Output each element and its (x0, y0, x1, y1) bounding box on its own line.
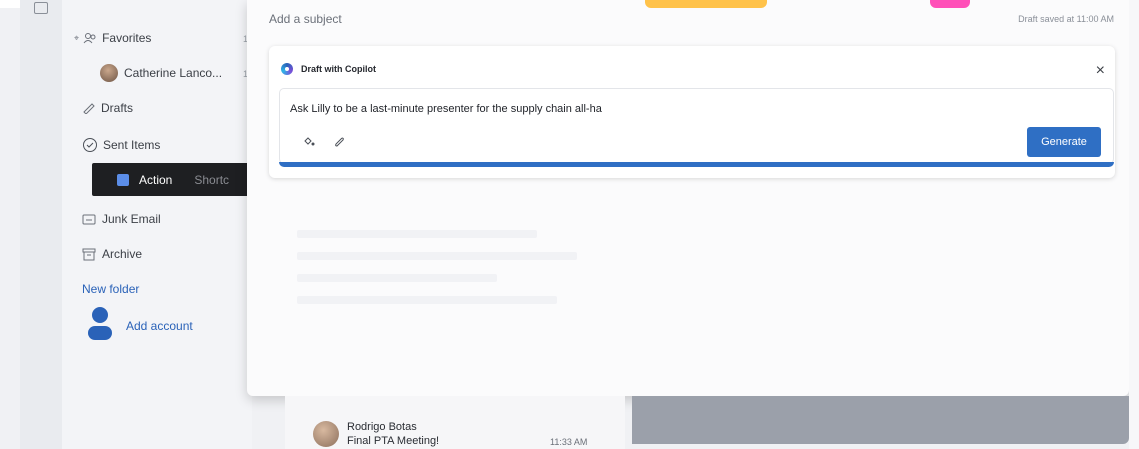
generation-progress (279, 162, 1114, 167)
close-icon[interactable]: × (1096, 62, 1105, 80)
copilot-icon (281, 63, 293, 75)
sparkle-options-icon[interactable] (302, 135, 316, 147)
add-account-link[interactable]: Add account (126, 314, 193, 338)
folder-pane: ⌖ Favorites Catherine Lanco... Drafts Se… (62, 0, 252, 449)
prompt-text[interactable]: Ask Lilly to be a last-minute presenter … (290, 103, 602, 115)
copilot-title: Draft with Copilot (301, 64, 376, 74)
draft-status: Draft saved at 11:00 AM (1018, 14, 1114, 24)
sidebar-item-archive[interactable]: Archive (82, 242, 142, 266)
sidebar-item-catherine[interactable]: Catherine Lanco... (100, 61, 222, 85)
action-icon (117, 173, 129, 186)
pin-icon: ⌖ (74, 32, 80, 43)
archive-icon (82, 248, 96, 260)
sidebar-item-action[interactable]: Action Shortc (92, 163, 252, 196)
sidebar-item-label: Drafts (101, 101, 134, 115)
favorites-label: Favorites (102, 31, 152, 45)
people-icon (83, 33, 96, 44)
mail-time: 11:33 AM (550, 437, 588, 447)
copilot-panel: Draft with Copilot × Ask Lilly to be a l… (269, 46, 1115, 178)
avatar-icon (100, 64, 118, 82)
attach-icon[interactable] (332, 135, 346, 149)
mail-list: Rodrigo Botas Final PTA Meeting! 11:33 A… (285, 396, 625, 449)
add-account-icon (86, 306, 114, 342)
mail-sender[interactable]: Rodrigo Botas (347, 421, 417, 433)
sidebar-item-label: Archive (102, 247, 143, 261)
new-folder-link[interactable]: New folder (82, 277, 139, 301)
sidebar-item-junk[interactable]: Junk Email (82, 207, 161, 231)
progress-fill (279, 162, 1114, 167)
faded-background-content (297, 230, 597, 318)
pencil-icon (83, 103, 95, 114)
sidebar-item-label: Junk Email (102, 212, 161, 226)
sidebar-item-label: Sent Items (103, 138, 161, 152)
junk-icon (82, 214, 96, 224)
app-rail (20, 0, 62, 449)
sidebar-item-label: Action (139, 172, 173, 187)
sidebar-item-label: Catherine Lanco... (124, 66, 223, 80)
mail-subject[interactable]: Final PTA Meeting! (347, 435, 439, 447)
window-edge (1129, 0, 1139, 449)
avatar (313, 421, 339, 447)
copilot-prompt-field[interactable]: Ask Lilly to be a last-minute presenter … (279, 88, 1114, 164)
favorites-header[interactable]: ⌖ Favorites (74, 26, 151, 50)
sidebar-item-sent[interactable]: Sent Items (82, 133, 160, 157)
subject-input[interactable]: Add a subject (269, 12, 342, 26)
sidebar-item-drafts[interactable]: Drafts (82, 96, 133, 120)
shortcut-hint: Shortc (194, 172, 230, 187)
decorative-shape (930, 0, 970, 8)
sent-icon (83, 138, 97, 152)
reading-pane (632, 396, 1129, 444)
copilot-header: Draft with Copilot (281, 63, 376, 75)
mail-icon[interactable] (34, 2, 48, 14)
compose-window: Add a subject Draft saved at 11:00 AM Dr… (247, 0, 1129, 396)
generate-button[interactable]: Generate (1027, 127, 1101, 157)
decorative-shape (645, 0, 767, 8)
